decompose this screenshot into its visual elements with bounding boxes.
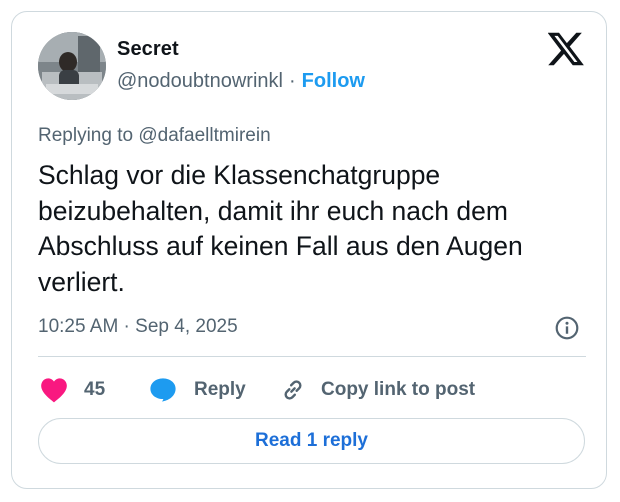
x-logo-icon[interactable] (548, 32, 584, 66)
separator-dot: · (288, 70, 296, 92)
tweet-timestamp[interactable]: 10:25 AM · Sep 4, 2025 (38, 316, 238, 338)
heart-icon (41, 378, 67, 403)
reply-button[interactable]: Reply (149, 376, 246, 404)
copy-link-button[interactable]: Copy link to post (280, 376, 475, 404)
tweet-text: Schlag vor die Klassenchatgruppe beizube… (38, 160, 523, 297)
reply-label: Reply (194, 379, 246, 400)
author-display-name[interactable]: Secret (117, 38, 179, 61)
read-replies-label: Read 1 reply (255, 430, 368, 451)
author-handle-row: @nodoubtnowrinkl · Follow (117, 70, 365, 93)
tweet-embed-card: Secret @nodoubtnowrinkl · Follow Replying … (11, 11, 607, 489)
info-icon[interactable] (554, 315, 580, 341)
like-count: 45 (84, 379, 106, 400)
replying-to-prefix: Replying to (38, 125, 134, 146)
like-button[interactable]: 45 (40, 376, 105, 404)
author-handle[interactable]: @nodoubtnowrinkl (117, 70, 283, 92)
link-icon (284, 380, 302, 400)
speech-bubble-icon (150, 378, 176, 402)
read-replies-button[interactable]: Read 1 reply (38, 418, 585, 464)
replying-to-line: Replying to @dafaelltmirein (38, 125, 271, 147)
avatar-photo (38, 32, 106, 100)
copy-link-label: Copy link to post (321, 379, 476, 400)
divider (38, 356, 586, 357)
replying-to-mention[interactable]: @dafaelltmirein (138, 125, 270, 146)
avatar[interactable] (38, 32, 106, 100)
follow-button[interactable]: Follow (302, 70, 365, 92)
